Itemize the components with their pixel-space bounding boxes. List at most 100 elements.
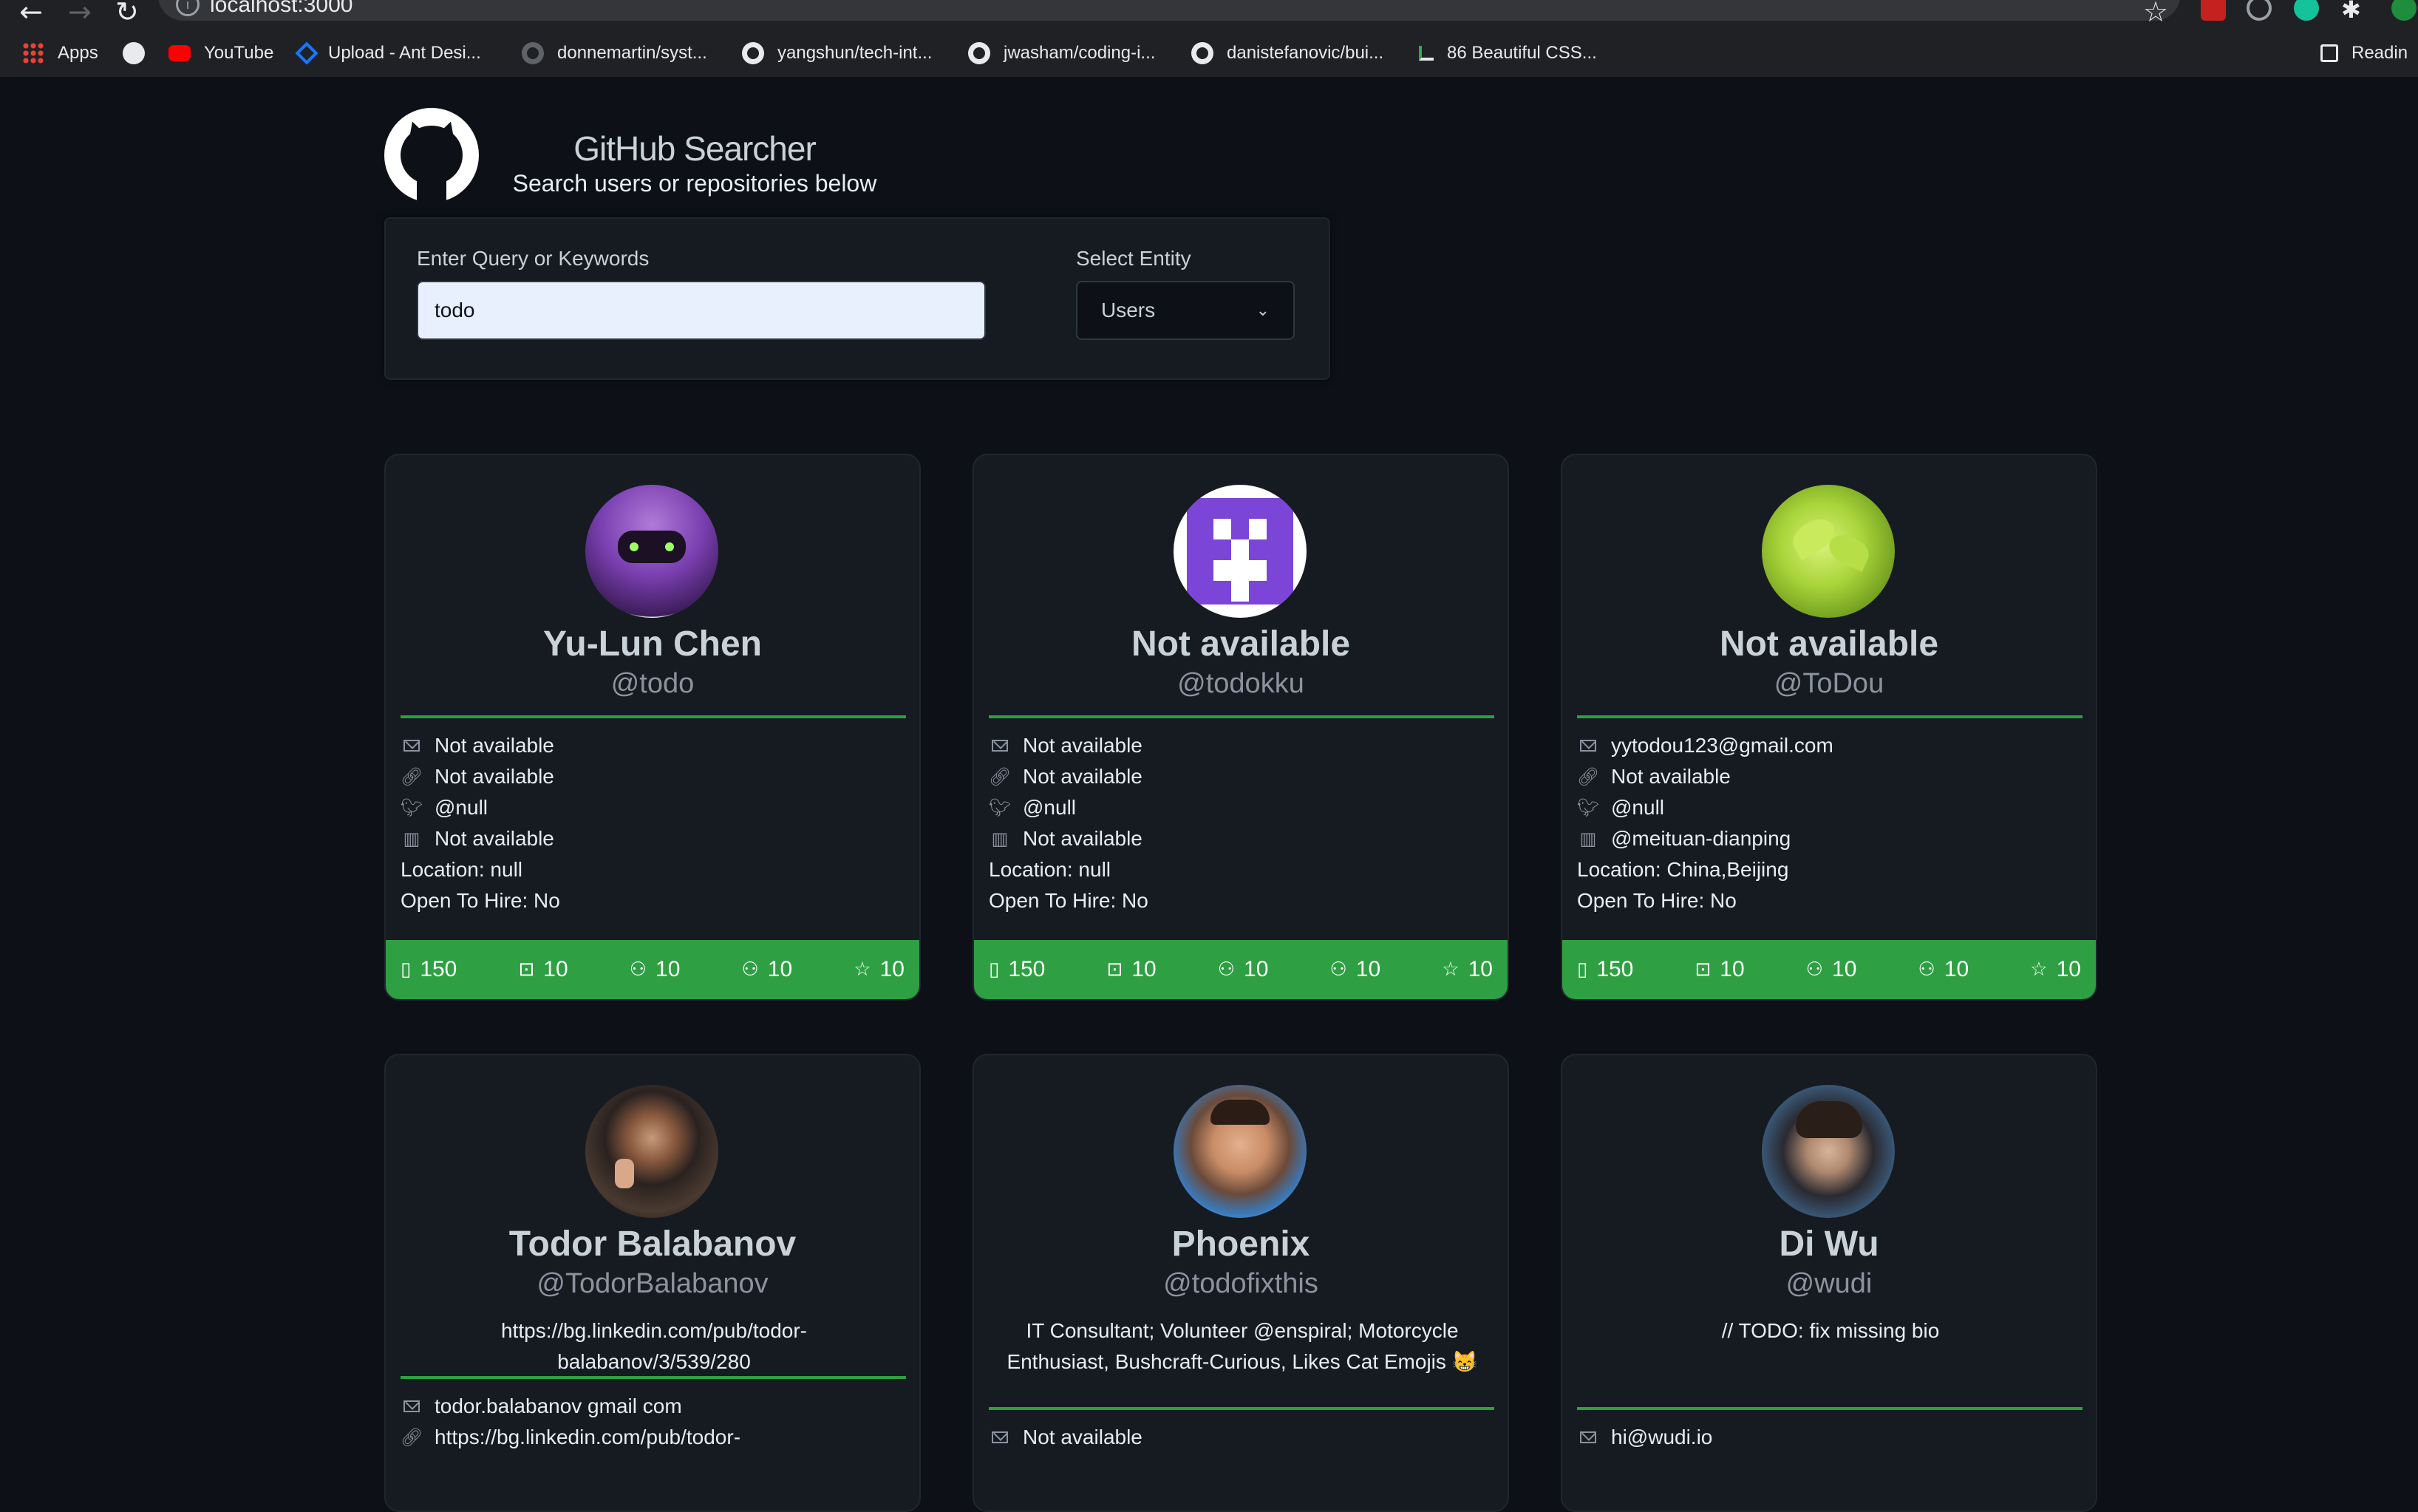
avatar[interactable] (1762, 485, 1895, 618)
user-email[interactable]: yytodou123@gmail.com (1611, 734, 1833, 757)
bookmark-label: 86 Beautiful CSS... (1447, 43, 1597, 63)
user-blog: Not available (1611, 765, 1731, 788)
bookmark-youtube[interactable]: YouTube (168, 40, 273, 67)
stat-following[interactable]: ⚇ 10 (1918, 957, 1969, 982)
query-input[interactable] (417, 281, 986, 340)
stat-value: 10 (2056, 957, 2081, 981)
bookmark-css-buttons[interactable]: 86 Beautiful CSS... (1419, 40, 1597, 67)
company-icon: ▥ (403, 828, 420, 849)
address-bar[interactable] (158, 0, 2180, 21)
stat-value: 10 (543, 957, 568, 981)
bookmark-label: danistefanovic/bui... (1227, 43, 1384, 63)
bookmark-label: yangshun/tech-int... (777, 43, 933, 63)
bookmark-globe[interactable] (123, 40, 158, 67)
bookmark-label: jwasham/coding-i... (1004, 43, 1156, 63)
user-card[interactable]: Not available @ToDou yytodou123@gmail.co… (1561, 454, 2097, 1001)
extensions-puzzle-icon[interactable]: ✱ (2341, 0, 2361, 24)
bookmark-yangshun[interactable]: yangshun/tech-int... (742, 40, 932, 67)
avatar[interactable] (585, 1085, 718, 1218)
reload-icon[interactable]: ↻ (115, 0, 139, 28)
stat-gists[interactable]: ⊡ 10 (1106, 957, 1156, 982)
stat-repos[interactable]: ▯ 150 (1577, 957, 1633, 982)
people-icon: ⚇ (629, 958, 647, 981)
user-email[interactable]: hi@wudi.io (1611, 1426, 1712, 1449)
stat-following[interactable]: ⚇ 10 (1330, 957, 1381, 982)
divider (1577, 1407, 2082, 1410)
address-bar-row: ← → ↻ i localhost:3000 ☆ ✱ (0, 0, 2418, 28)
link-icon: 🔗︎ (1576, 766, 1600, 787)
stat-repos[interactable]: ▯ 150 (989, 957, 1045, 982)
user-login[interactable]: @todo (386, 668, 919, 700)
stat-followers[interactable]: ⚇ 10 (630, 957, 681, 982)
bookmark-star-icon[interactable]: ☆ (2143, 0, 2168, 28)
avatar[interactable] (585, 485, 718, 618)
bookmark-ant-design[interactable]: Upload - Ant Desi... (295, 40, 481, 67)
forward-arrow-icon[interactable]: → (68, 0, 92, 28)
address-bar-url[interactable]: localhost:3000 (210, 0, 353, 18)
stat-value: 10 (1720, 957, 1745, 981)
stat-gists[interactable]: ⊡ 10 (1695, 957, 1744, 982)
stat-repos[interactable]: ▯ 150 (401, 957, 457, 982)
user-card[interactable]: Not available @todokku Not available 🔗︎ N… (973, 454, 1509, 1001)
user-bio: https://bg.linkedin.com/pub/todor- balab… (415, 1315, 893, 1378)
stat-value: 10 (655, 957, 681, 981)
avatar[interactable] (1174, 485, 1307, 618)
grammarly-icon[interactable] (2294, 0, 2319, 21)
profile-avatar-icon[interactable] (2391, 0, 2417, 21)
user-login[interactable]: @todofixthis (974, 1268, 1508, 1300)
user-blog[interactable]: https://bg.linkedin.com/pub/todor- (435, 1426, 740, 1449)
extension-red-icon[interactable] (2201, 0, 2226, 21)
stat-stars[interactable]: ☆ 10 (1442, 957, 1493, 982)
star-icon: ☆ (2030, 958, 2048, 981)
bookmark-danistefanovic[interactable]: danistefanovic/bui... (1191, 40, 1383, 67)
stat-followers[interactable]: ⚇ 10 (1218, 957, 1269, 982)
people-icon: ⚇ (1217, 958, 1236, 981)
avatar[interactable] (1762, 1085, 1895, 1218)
user-email[interactable]: todor.balabanov gmail com (435, 1394, 682, 1418)
stat-following[interactable]: ⚇ 10 (742, 957, 793, 982)
entity-label: Select Entity (1076, 247, 1191, 270)
mail-icon (989, 1426, 1011, 1448)
bio-line: // TODO: fix missing bio (1721, 1319, 1940, 1342)
user-card[interactable]: Yu-Lun Chen @todo Not available 🔗︎ Not av… (384, 454, 921, 1001)
stat-followers[interactable]: ⚇ 10 (1806, 957, 1857, 982)
twitter-icon: 🐦︎ (1576, 797, 1600, 818)
entity-select[interactable]: Users ⌄ (1076, 281, 1295, 340)
youtube-icon (168, 45, 191, 61)
bookmark-label: Upload - Ant Desi... (328, 43, 481, 63)
back-arrow-icon[interactable]: ← (19, 0, 43, 28)
star-icon: ☆ (854, 958, 871, 981)
user-name: Yu-Lun Chen (543, 624, 762, 664)
avatar[interactable] (1174, 1085, 1307, 1218)
user-card[interactable]: Di Wu @wudi // TODO: fix missing bio hi@… (1561, 1054, 2097, 1512)
twitter-icon: 🐦︎ (400, 797, 423, 818)
bookmark-donnemartin[interactable]: donnemartin/syst... (522, 40, 707, 67)
stat-value: 10 (767, 957, 793, 981)
ant-design-icon (295, 41, 319, 65)
bookmark-apps[interactable]: Apps (22, 40, 98, 67)
stat-gists[interactable]: ⊡ 10 (518, 957, 568, 982)
user-card[interactable]: Todor Balabanov @TodorBalabanov https://… (384, 1054, 921, 1512)
stat-stars[interactable]: ☆ 10 (854, 957, 905, 982)
user-login[interactable]: @TodorBalabanov (386, 1268, 919, 1300)
user-login[interactable]: @ToDou (1562, 668, 2096, 700)
star-icon: ☆ (1442, 958, 1460, 981)
bookmark-label: YouTube (204, 43, 274, 63)
user-bio: IT Consultant; Volunteer @enspiral; Moto… (1004, 1315, 1481, 1378)
extension-shield-icon[interactable] (2247, 0, 2272, 21)
user-login[interactable]: @todokku (974, 668, 1508, 700)
query-label: Enter Query or Keywords (417, 247, 650, 270)
stats-bar: ▯ 150 ⊡ 10 ⚇ 10 ⚇ 10 ☆ 10 (1562, 940, 2096, 999)
user-login[interactable]: @wudi (1562, 1268, 2096, 1300)
stats-bar: ▯ 150 ⊡ 10 ⚇ 10 ⚇ 10 ☆ 10 (974, 940, 1508, 999)
divider (989, 715, 1494, 718)
stat-stars[interactable]: ☆ 10 (2030, 957, 2081, 982)
bookmark-jwasham[interactable]: jwasham/coding-i... (968, 40, 1155, 67)
bio-line: IT Consultant; Volunteer @enspiral; Moto… (1026, 1319, 1459, 1342)
css-site-icon (1419, 46, 1434, 61)
user-name: Di Wu (1779, 1225, 1879, 1264)
gist-icon: ⊡ (1695, 958, 1712, 981)
user-card[interactable]: Phoenix @todofixthis IT Consultant; Volu… (973, 1054, 1509, 1512)
people-icon: ⚇ (1329, 958, 1347, 981)
reading-list[interactable]: Readin (2320, 40, 2408, 67)
